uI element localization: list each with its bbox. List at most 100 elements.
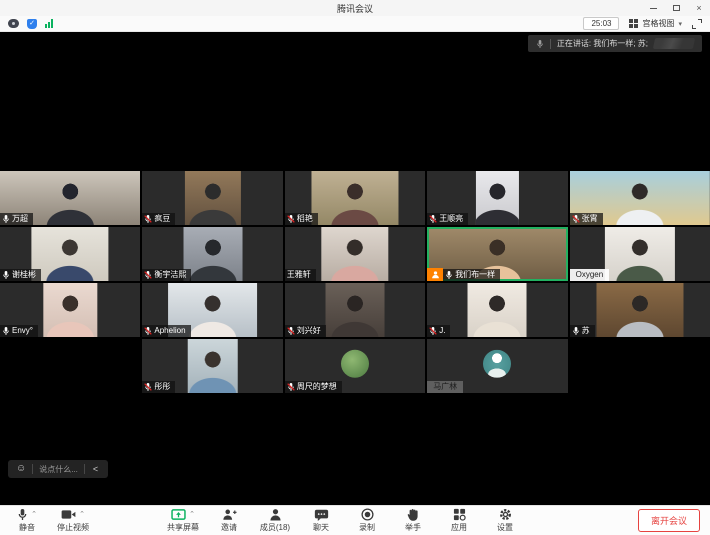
minimize-icon[interactable]	[648, 3, 658, 13]
emoji-icon[interactable]: ☺	[16, 464, 26, 474]
mic-off-icon	[144, 214, 152, 224]
mute-options-chevron[interactable]: ⌃	[31, 510, 37, 518]
participant-video	[468, 283, 527, 337]
network-signal-icon[interactable]	[45, 19, 53, 28]
grid-view-icon	[629, 19, 638, 28]
tile-aphelion[interactable]: Aphelion	[142, 283, 282, 337]
chat-input[interactable]: 说点什么...	[39, 464, 78, 475]
participant-name: Aphelion	[154, 325, 185, 337]
video-stage: 正在讲话: 我们布一样; 苏; 万超 疯豆 稻艳 王顺亮	[0, 32, 710, 505]
participant-name: 谢桂彬	[12, 269, 36, 281]
tile-womenbuyiyang[interactable]: 我们布一样	[427, 227, 567, 281]
window-title: 腾讯会议	[337, 2, 373, 15]
meeting-control-bar: ✓ 25:03 宫格视图 ▾	[0, 16, 710, 32]
invite-person-icon	[222, 508, 237, 521]
apps-button[interactable]: 应用	[436, 508, 482, 533]
mic-on-icon	[572, 326, 580, 336]
leave-meeting-button[interactable]: 离开会议	[638, 509, 700, 532]
tile-wangyaxuan[interactable]: 王雅轩	[285, 227, 425, 281]
record-icon	[361, 508, 374, 521]
chat-collapse-button[interactable]: <	[91, 464, 100, 474]
tile-j[interactable]: J.	[427, 283, 567, 337]
view-switcher[interactable]: 宫格视图 ▾	[629, 18, 682, 29]
members-button[interactable]: 成员(18)	[252, 508, 298, 533]
participant-name: 万超	[12, 213, 28, 225]
mute-button[interactable]: ⌃ 静音	[4, 508, 50, 533]
gear-icon	[499, 508, 512, 521]
participant-nameplate: 衡宇洁熙	[142, 269, 191, 281]
participant-name: 王顺亮	[439, 213, 463, 225]
maximize-icon[interactable]	[671, 3, 681, 13]
participant-name: Envy°	[12, 325, 33, 337]
participant-avatar	[483, 350, 511, 378]
participant-name: 马广林	[433, 381, 457, 393]
share-options-chevron[interactable]: ⌃	[189, 510, 195, 518]
participant-avatar	[341, 350, 369, 378]
security-shield-icon[interactable]: ✓	[27, 19, 37, 29]
stop-video-button[interactable]: ⌃ 停止视频	[50, 508, 96, 533]
mic-off-icon	[287, 382, 295, 392]
settings-button[interactable]: 设置	[482, 508, 528, 533]
participant-nameplate: 王顺亮	[427, 213, 468, 225]
fullscreen-icon[interactable]	[692, 19, 702, 29]
tile-su[interactable]: 苏	[570, 283, 710, 337]
mic-off-icon	[144, 270, 152, 280]
tile-daoyan[interactable]: 稻艳	[285, 171, 425, 225]
tile-xieguibin[interactable]: 谢桂彬	[0, 227, 140, 281]
mic-off-icon	[429, 214, 437, 224]
participant-video	[605, 227, 675, 281]
video-options-chevron[interactable]: ⌃	[79, 510, 85, 518]
participant-name: 衡宇洁熙	[154, 269, 186, 281]
tile-maguanglin[interactable]: 马广林	[427, 339, 567, 393]
tile-hengyujiexi[interactable]: 衡宇洁熙	[142, 227, 282, 281]
mic-off-icon	[144, 382, 152, 392]
blurred-names	[653, 38, 695, 49]
participant-name: 我们布一样	[455, 269, 495, 281]
record-button[interactable]: 录制	[344, 508, 390, 533]
participant-video	[187, 339, 238, 393]
tile-zhangxiao[interactable]: 张霄	[570, 171, 710, 225]
tile-envy[interactable]: Envy°	[0, 283, 140, 337]
share-screen-button[interactable]: ⌃ 共享屏幕	[160, 508, 206, 533]
tile-liuxinghao[interactable]: 刘兴好	[285, 283, 425, 337]
participant-nameplate: 稻艳	[285, 213, 318, 225]
meeting-info-icon[interactable]	[8, 19, 19, 28]
participant-video	[321, 227, 388, 281]
camera-icon	[61, 509, 76, 520]
participant-video	[326, 283, 385, 337]
tile-wangshunliang[interactable]: 王顺亮	[427, 171, 567, 225]
mic-off-icon	[287, 326, 295, 336]
speaking-banner-text: 正在讲话: 我们布一样; 苏;	[557, 38, 648, 49]
tile-oxygen[interactable]: Oxygen	[570, 227, 710, 281]
speaking-banner: 正在讲话: 我们布一样; 苏;	[528, 35, 702, 52]
participant-video	[311, 171, 398, 225]
close-icon[interactable]: ×	[694, 3, 704, 13]
participant-video	[183, 227, 242, 281]
invite-button[interactable]: 邀请	[206, 508, 252, 533]
participant-nameplate: Aphelion	[142, 325, 190, 337]
chat-button[interactable]: 聊天	[298, 509, 344, 533]
participant-name: 周尺的梦想	[297, 381, 337, 393]
view-switcher-label: 宫格视图	[642, 18, 674, 29]
tile-fengdou[interactable]: 疯豆	[142, 171, 282, 225]
participant-nameplate: 彤彤	[142, 381, 175, 393]
host-badge	[427, 268, 443, 281]
participant-nameplate: 刘兴好	[285, 325, 326, 337]
window-controls: ×	[648, 0, 704, 16]
mic-off-icon	[572, 214, 580, 224]
mic-on-icon	[2, 326, 10, 336]
participant-name: Oxygen	[576, 269, 604, 281]
participant-video	[476, 171, 518, 225]
tile-wanchao[interactable]: 万超	[0, 171, 140, 225]
chat-quick-bar: ☺ 说点什么... <	[8, 460, 108, 478]
participant-nameplate: 谢桂彬	[0, 269, 41, 281]
title-bar: 腾讯会议 ×	[0, 0, 710, 16]
meeting-timer: 25:03	[583, 17, 619, 30]
tile-zhouchidemengxiang[interactable]: 周尺的梦想	[285, 339, 425, 393]
mic-on-icon	[445, 270, 453, 280]
tile-tongtong[interactable]: 彤彤	[142, 339, 282, 393]
mic-on-icon	[2, 214, 10, 224]
raise-hand-button[interactable]: 举手	[390, 508, 436, 533]
members-icon	[269, 508, 282, 521]
participant-name: 王雅轩	[287, 269, 311, 281]
